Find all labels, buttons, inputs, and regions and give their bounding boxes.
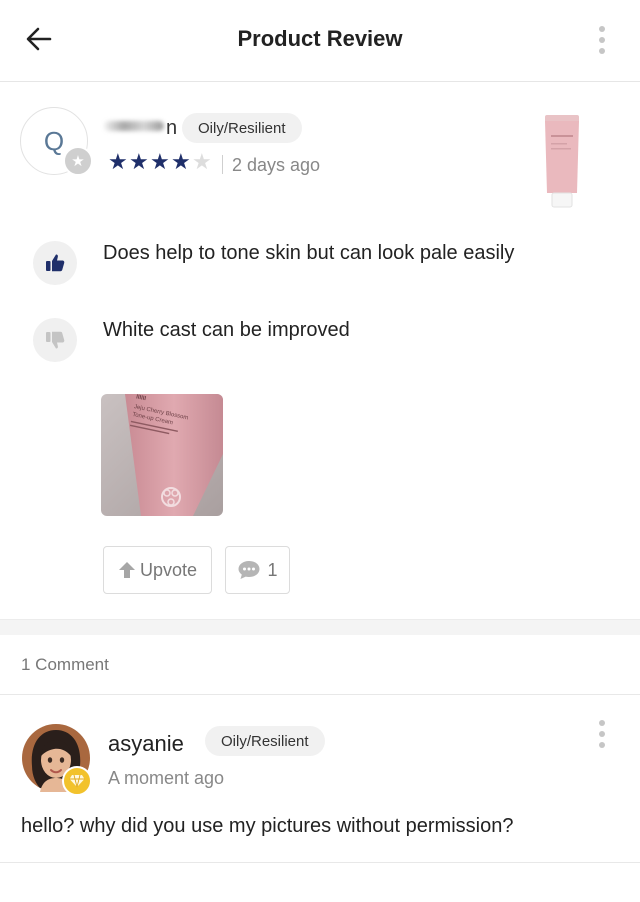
comment-timestamp: A moment ago: [108, 768, 225, 788]
divider: [0, 694, 640, 695]
divider: [222, 155, 223, 174]
thumbs-down-icon: [46, 331, 65, 349]
skin-type-badge: Oily/Resilient: [182, 113, 302, 143]
rating-stars: ★ ★ ★ ★ ★: [108, 151, 213, 173]
commenter-skin-type-badge: Oily/Resilient: [205, 726, 325, 756]
thumbs-up-icon: [46, 254, 65, 272]
review-card: Q ★ n Oily/Resilient ★ ★ ★ ★ ★ 2 days ag…: [0, 83, 640, 619]
star-filled-icon: ★: [150, 149, 170, 174]
more-vertical-icon: [599, 720, 605, 726]
cons-icon-wrap: [33, 318, 77, 362]
upvote-label: Upvote: [139, 559, 198, 580]
comment-bubble-icon: [238, 561, 260, 579]
more-vertical-icon: [599, 26, 605, 32]
star-empty-icon: ★: [192, 149, 212, 174]
pros-icon-wrap: [33, 241, 77, 285]
upvote-arrow-icon: [118, 562, 135, 578]
more-options-button[interactable]: [595, 22, 609, 58]
star-filled-icon: ★: [171, 149, 191, 174]
reviewer-level-star-icon: ★: [63, 146, 93, 176]
commenter-avatar[interactable]: [20, 722, 92, 796]
diamond-badge-icon: [62, 766, 92, 796]
username-visible-part: n: [166, 117, 178, 139]
cons-text: White cast can be improved: [103, 319, 350, 341]
review-timestamp: 2 days ago: [232, 155, 321, 175]
pros-text: Does help to tone skin but can look pale…: [103, 242, 515, 264]
comment-count: 1: [267, 559, 278, 580]
product-thumbnail[interactable]: [536, 111, 588, 209]
product-tube-image: [545, 115, 579, 208]
reviewer-username-blurred[interactable]: n: [104, 115, 178, 139]
divider: [0, 862, 640, 863]
commenter-name[interactable]: asyanie: [108, 731, 184, 757]
comment-text: hello? why did you use my pictures witho…: [21, 815, 514, 837]
comments-count-label: 1 Comment: [21, 655, 109, 674]
top-bar: Product Review: [0, 0, 640, 82]
star-filled-icon: ★: [129, 149, 149, 174]
star-filled-icon: ★: [108, 149, 128, 174]
review-photo[interactable]: IIIIII Jeju Cherry Blossom Tone-up Cream: [101, 394, 223, 516]
page-title: Product Review: [237, 26, 403, 51]
section-divider: [0, 619, 640, 635]
comment-more-options-button[interactable]: [595, 716, 609, 752]
upvote-button[interactable]: Upvote: [103, 546, 212, 594]
comments-button[interactable]: 1: [225, 546, 290, 594]
